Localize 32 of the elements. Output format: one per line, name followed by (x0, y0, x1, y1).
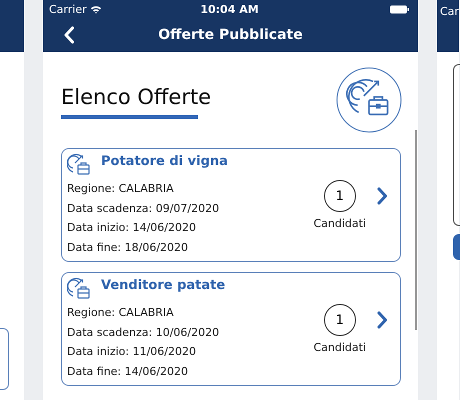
chevron-icon[interactable] (376, 187, 388, 205)
offer-detail: Regione: CALABRIA (67, 181, 175, 197)
offer-detail: Data scadenza: 09/07/2020 (67, 200, 220, 216)
target-briefcase-icon (67, 153, 91, 177)
chevron-icon[interactable] (376, 311, 388, 329)
offer-detail: Data scadenza: 10/06/2020 (67, 324, 220, 340)
candidate-label: Candidati (313, 341, 366, 354)
clock-time: 10:04 AM (200, 2, 259, 16)
screen-title: Offerte Pubblicate (158, 27, 303, 43)
offer-detail: Data inizio: 14/06/2020 (67, 220, 198, 236)
back-icon[interactable] (63, 26, 75, 44)
offer-card[interactable]: Potatore di vigna Regione: CALABRIA Data scadenza: 09/07/2020 Data inizio: 14/06/2020 Data fine: 18/06/2020 1 Candidati (61, 148, 401, 262)
page-heading: Elenco Offerte (61, 85, 212, 109)
target-briefcase-icon (336, 67, 402, 133)
carrier-label: Carrier (49, 2, 87, 16)
wifi-icon (90, 4, 102, 14)
offer-detail: Regione: CALABRIA (67, 305, 175, 321)
navigation-bar (0, 0, 24, 52)
offer-card[interactable]: Venditore patate Regione: CALABRIA Data scadenza: 10/06/2020 Data inizio: 11/06/2020 Data fine: 14/06/2020 1 Candidati (61, 272, 401, 386)
candidate-count: 1 (324, 304, 356, 336)
action-button[interactable] (453, 234, 460, 260)
offer-title: Potatore di vigna (101, 154, 228, 168)
offer-detail: Data inizio: 11/06/2020 (67, 344, 198, 360)
offer-title: Venditore patate (101, 278, 226, 292)
candidate-label: Candidati (313, 217, 366, 230)
target-briefcase-icon (67, 277, 91, 301)
carrier-label: Car (439, 5, 459, 19)
candidate-count: 1 (324, 180, 356, 212)
battery-icon (390, 4, 410, 14)
offer-detail: Data fine: 18/06/2020 (67, 240, 190, 256)
offer-detail: Data fine: 14/06/2020 (67, 364, 190, 380)
card-background (0, 328, 9, 390)
